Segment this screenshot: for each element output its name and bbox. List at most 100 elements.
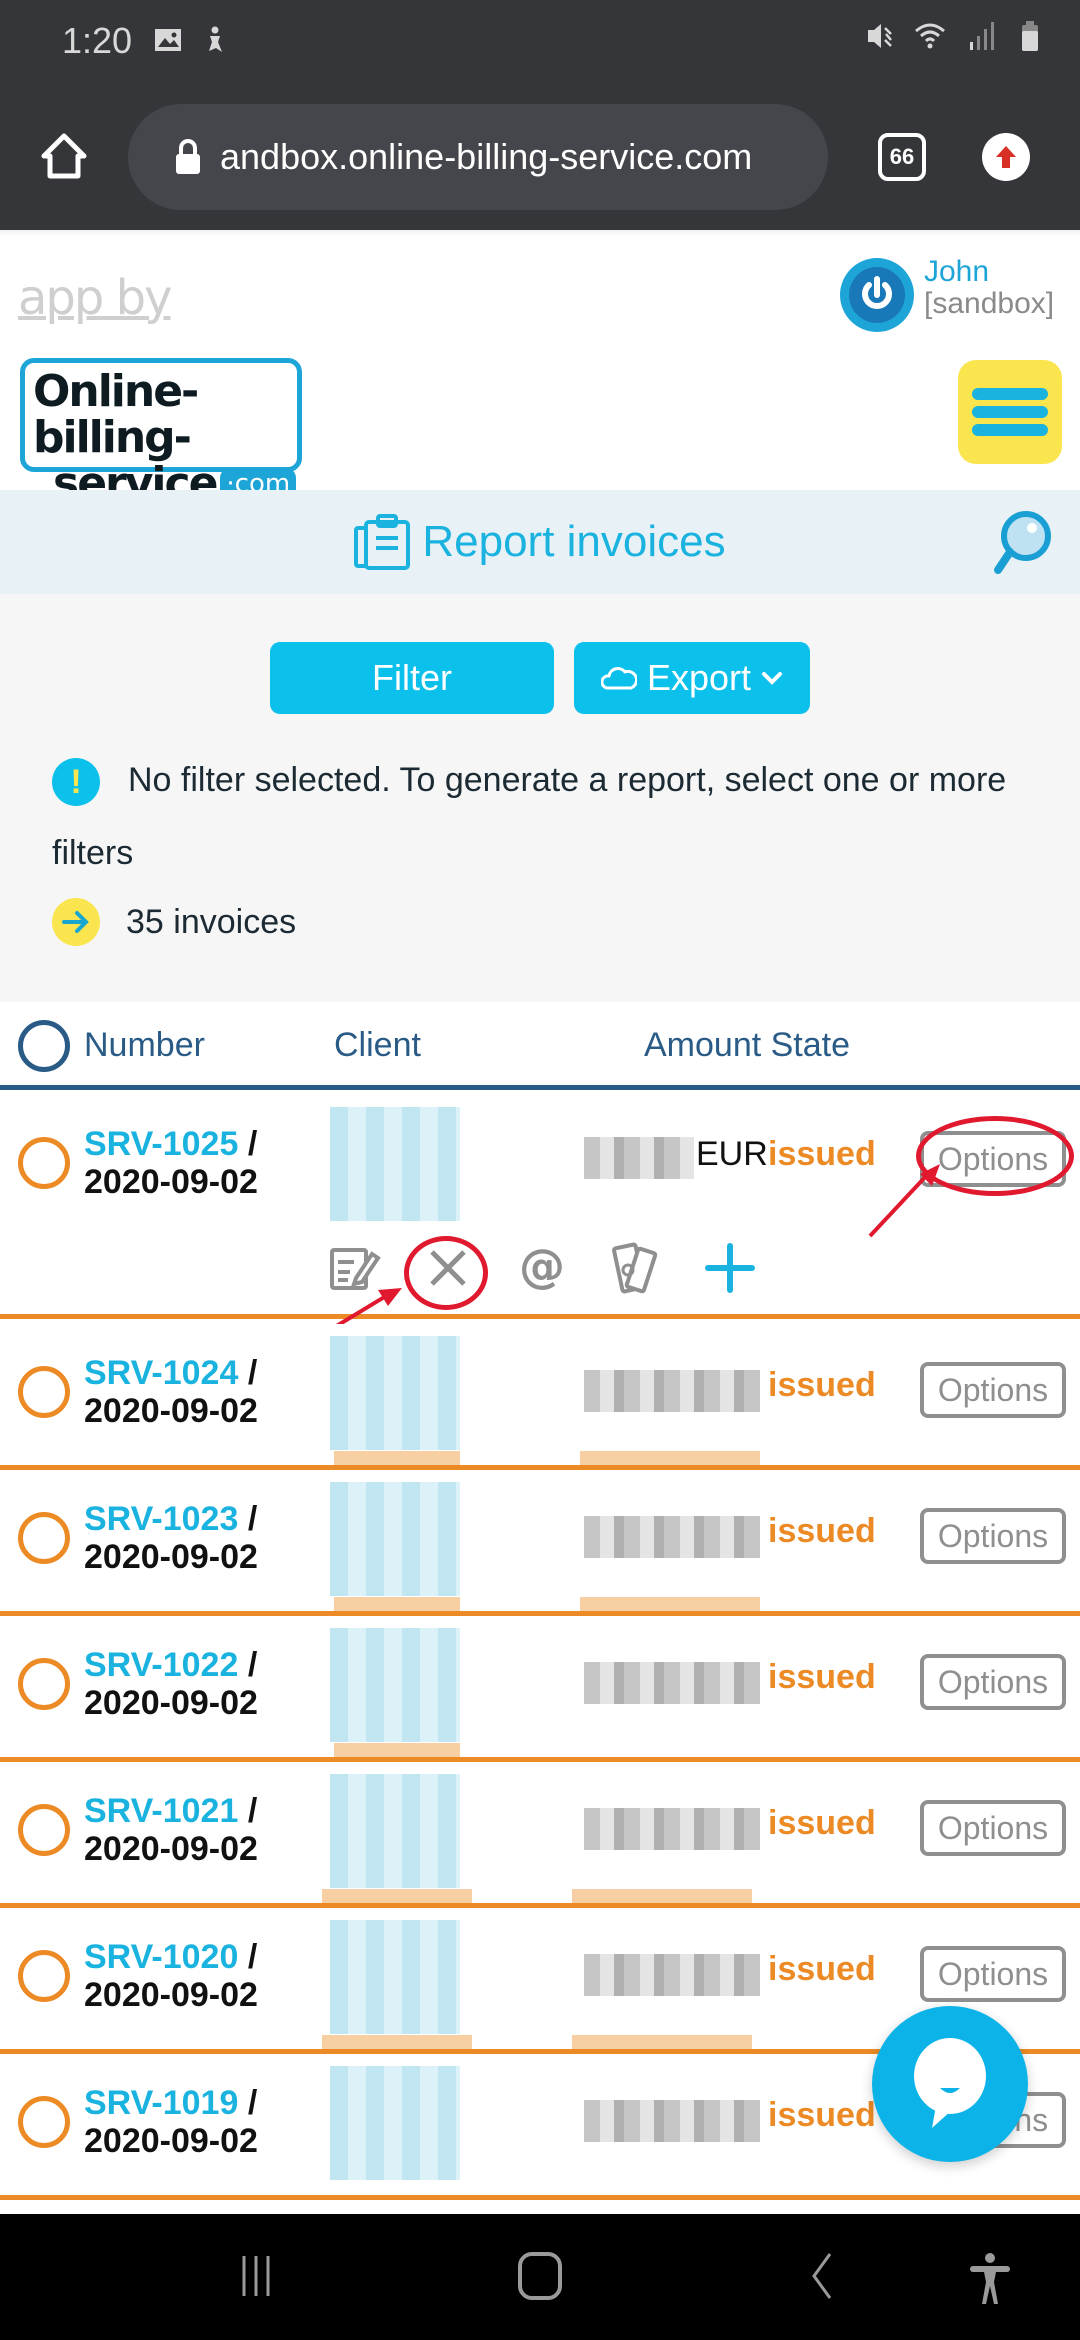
row-checkbox[interactable] [18, 2096, 70, 2148]
annotation-arrow-options [868, 1164, 940, 1238]
invoice-link[interactable]: SRV-1023 [84, 1500, 238, 1538]
client-redacted [330, 1920, 460, 2034]
row-checkbox[interactable] [18, 1950, 70, 2002]
filter-button[interactable]: Filter [270, 642, 554, 714]
back-icon[interactable] [800, 2252, 848, 2300]
client-redacted [330, 2066, 460, 2180]
page-title: Report invoices [422, 517, 726, 566]
home-icon[interactable] [38, 130, 90, 182]
notice-text-cont: filters [52, 834, 134, 872]
clipboard-icon [354, 514, 411, 570]
options-button[interactable]: Options [920, 1362, 1066, 1418]
search-icon[interactable] [992, 510, 1052, 576]
home-button-icon[interactable] [516, 2252, 564, 2300]
exclamation-icon: ! [52, 758, 100, 807]
invoice-date: 2020-09-02 [84, 1830, 258, 1868]
amount-currency: EUR [696, 1135, 768, 1173]
invoice-number-cell: SRV-1022 / 2020-09-02 [84, 1646, 258, 1722]
app-header: app by Online-billing- service ·com John … [0, 230, 1080, 507]
column-amount-state[interactable]: Amount State [644, 1026, 850, 1065]
invoice-link[interactable]: SRV-1021 [84, 1792, 238, 1830]
options-button[interactable]: Options [920, 1654, 1066, 1710]
chat-button[interactable] [872, 2006, 1028, 2162]
logo[interactable]: Online-billing- service ·com [20, 358, 302, 507]
update-button[interactable] [982, 133, 1030, 181]
invoice-date: 2020-09-02 [84, 1163, 258, 1201]
amount-redacted [584, 1808, 760, 1850]
row-checkbox[interactable] [18, 1137, 70, 1189]
status-time: 1:20 [62, 20, 133, 61]
invoice-link[interactable]: SRV-1022 [84, 1646, 238, 1684]
invoice-count: 35 invoices [52, 898, 296, 946]
table-row[interactable]: SRV-1023 / 2020-09-02 issued Options [0, 1470, 1080, 1616]
options-button[interactable]: Options [920, 1946, 1066, 2002]
export-label: Export [646, 657, 752, 698]
select-all-checkbox[interactable] [18, 1020, 70, 1072]
invoice-count-text: 35 invoices [126, 902, 297, 941]
row-checkbox[interactable] [18, 1658, 70, 1710]
recent-apps-icon[interactable] [236, 2252, 284, 2300]
app-by-label: app by [18, 270, 172, 326]
client-redacted [330, 1628, 460, 1742]
row-checkbox[interactable] [18, 1512, 70, 1564]
filter-area: Filter Export ! No filter selected. To ge… [0, 594, 1080, 1002]
amount-redacted [584, 1370, 760, 1412]
power-icon [862, 276, 892, 309]
state-badge: issued [768, 1512, 876, 1550]
invoice-link[interactable]: SRV-1020 [84, 1938, 238, 1976]
invoice-link[interactable]: SRV-1025 [84, 1125, 238, 1163]
browser-chrome: 1:20 andbox.online-billing-service.com 6… [0, 0, 1080, 230]
hamburger-menu-icon[interactable] [958, 360, 1062, 464]
logo-line1: Online-billing- [33, 366, 199, 463]
amount-redacted [584, 1954, 760, 1996]
url-text[interactable]: andbox.online-billing-service.com [220, 136, 752, 178]
state-badge: issued [768, 1950, 876, 1988]
options-button[interactable]: Options [920, 1508, 1066, 1564]
title-band: Report invoices [0, 490, 1080, 594]
table-header: Number Client Amount State [0, 1002, 1080, 1090]
column-client[interactable]: Client [334, 1026, 421, 1065]
tab-count-button[interactable]: 66 [878, 133, 926, 181]
wifi-icon [915, 23, 945, 49]
svg-text:@: @ [519, 1240, 565, 1293]
amount-redacted [584, 1137, 694, 1179]
table-row[interactable]: SRV-1022 / 2020-09-02 issued Options [0, 1616, 1080, 1762]
amount-redacted [584, 1662, 760, 1704]
options-button[interactable]: Options [920, 1800, 1066, 1856]
cloud-icon [600, 667, 637, 690]
invoice-number-cell: SRV-1019 / 2020-09-02 [84, 2084, 258, 2160]
invoice-date: 2020-09-02 [84, 1976, 258, 2014]
system-navbar [0, 2214, 1080, 2340]
chat-bubble-icon [914, 2038, 986, 2128]
arrow-right-icon [52, 898, 100, 946]
accessibility-notification-icon [209, 26, 222, 52]
payment-icon[interactable] [608, 1240, 664, 1296]
no-filter-notice: ! No filter selected. To generate a repor… [52, 754, 1032, 807]
chevron-down-icon [762, 672, 783, 685]
table-row[interactable]: SRV-1021 / 2020-09-02 issued Options [0, 1762, 1080, 1908]
export-button[interactable]: Export [574, 642, 810, 714]
row-checkbox[interactable] [18, 1804, 70, 1856]
state-badge: issued [768, 2096, 876, 2134]
column-number[interactable]: Number [84, 1026, 205, 1065]
email-icon[interactable]: @ [514, 1240, 570, 1296]
invoice-number-cell: SRV-1021 / 2020-09-02 [84, 1792, 258, 1868]
client-redacted [330, 1107, 460, 1221]
battery-icon [1022, 21, 1038, 51]
notice-text: No filter selected. To generate a report… [128, 761, 1007, 799]
invoice-number-cell: SRV-1020 / 2020-09-02 [84, 1938, 258, 2014]
user-name[interactable]: John [924, 256, 989, 288]
add-icon[interactable] [702, 1240, 758, 1296]
row-checkbox[interactable] [18, 1366, 70, 1418]
invoice-link[interactable]: SRV-1024 [84, 1354, 238, 1392]
url-bar[interactable]: andbox.online-billing-service.com [128, 104, 828, 210]
invoice-date: 2020-09-02 [84, 1684, 258, 1722]
client-redacted [330, 1336, 460, 1450]
update-arrow-icon [996, 146, 1016, 168]
accessibility-icon[interactable] [966, 2252, 1014, 2306]
signal-icon [970, 22, 994, 50]
user-avatar[interactable] [840, 258, 914, 332]
invoice-link[interactable]: SRV-1019 [84, 2084, 238, 2122]
table-row[interactable]: SRV-1024 / 2020-09-02 issued Options [0, 1324, 1080, 1470]
invoice-date: 2020-09-02 [84, 2122, 258, 2160]
